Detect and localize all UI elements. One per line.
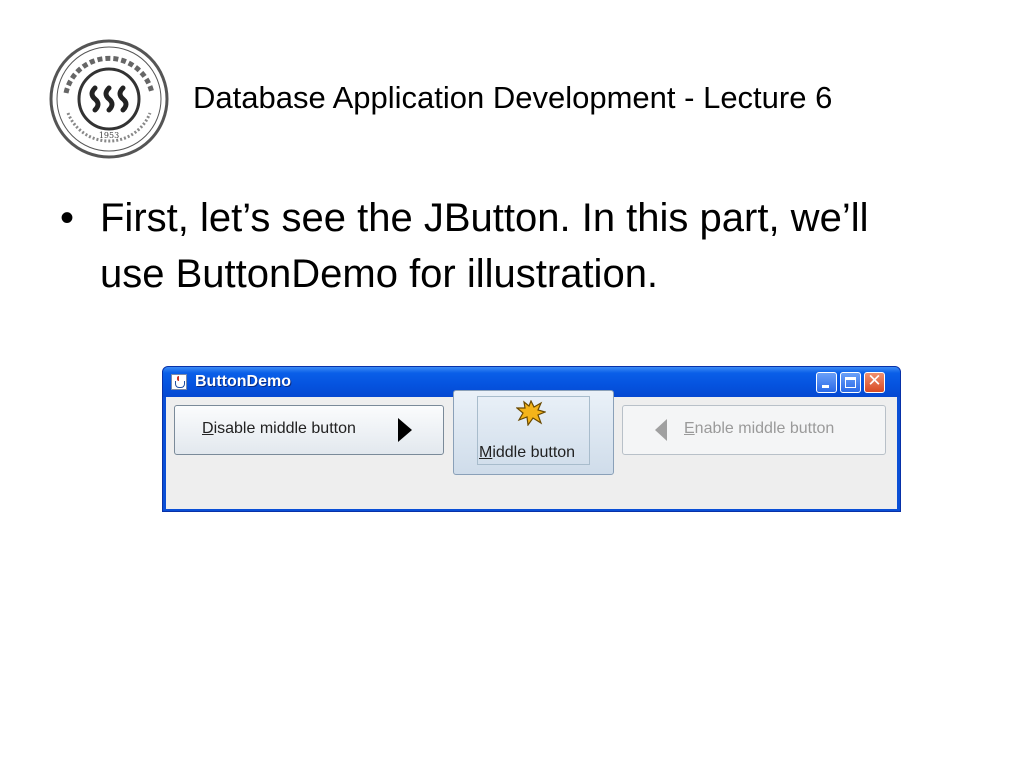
minimize-icon: [822, 385, 829, 388]
close-button[interactable]: ✕: [864, 371, 885, 393]
slide-title: Database Application Development - Lectu…: [193, 80, 833, 115]
arrow-right-icon: [398, 418, 412, 442]
minimize-button[interactable]: [816, 372, 837, 393]
enable-button-label: Enable middle button: [684, 420, 835, 437]
disable-middle-button[interactable]: Disable middle button: [174, 405, 444, 455]
burst-icon: [516, 400, 546, 426]
middle-button[interactable]: Middle button: [453, 390, 614, 475]
java-cup-icon: [171, 374, 187, 390]
bullet-text: First, let’s see the JButton. In this pa…: [100, 196, 869, 296]
enable-middle-button[interactable]: Enable middle button: [622, 405, 886, 455]
maximize-button[interactable]: [840, 372, 861, 393]
maximize-icon: [845, 377, 856, 388]
college-logo: 1953: [49, 39, 169, 159]
arrow-left-icon: [655, 419, 667, 441]
svg-text:1953: 1953: [99, 131, 119, 140]
disable-button-label: Disable middle button: [202, 420, 356, 437]
bullet-marker: •: [60, 196, 75, 240]
window-title: ButtonDemo: [195, 373, 291, 390]
buttondemo-window: ButtonDemo ✕ Disable middle button Middl…: [162, 366, 901, 512]
middle-button-label: Middle button: [479, 444, 576, 461]
close-icon: ✕: [867, 371, 882, 391]
